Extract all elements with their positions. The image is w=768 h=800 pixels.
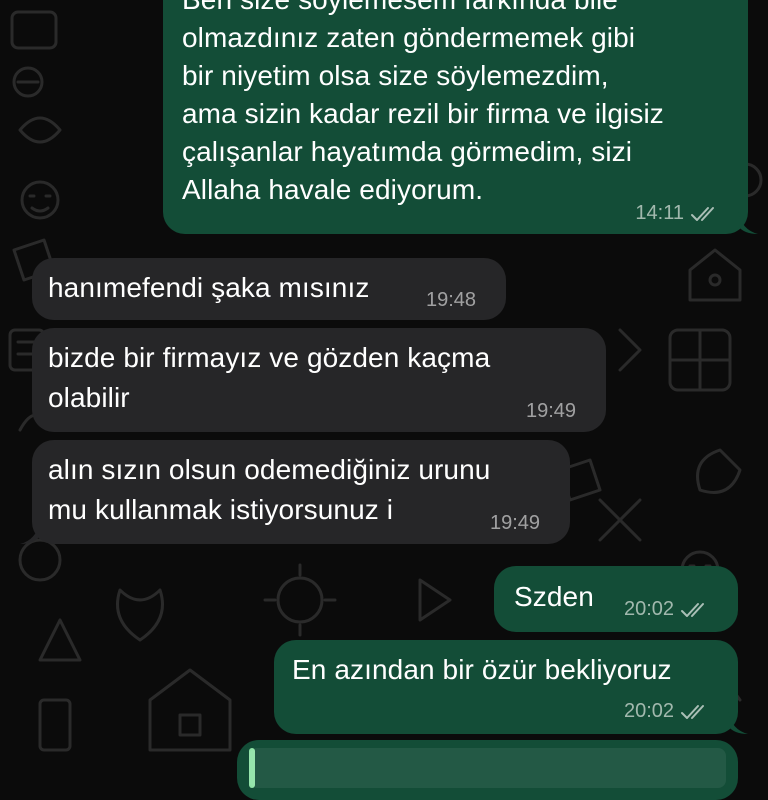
message-text-line: Szden [514, 581, 594, 612]
message-text-line: Ben size söylemesem farkında bile [182, 0, 618, 18]
double-check-icon [681, 704, 705, 719]
message-text-line: olabilir [48, 382, 130, 413]
message-time: 20:02 [624, 700, 675, 722]
message-meta: 14:11 [635, 202, 720, 225]
message-text-line: alın sızın olsun odemediğiniz urunu [48, 454, 491, 485]
message-text-line: bizde bir firmayız ve gözden kaçma [48, 342, 491, 373]
message-text-line: ama sizin kadar rezil bir firma ve ilgis… [182, 98, 664, 129]
message-text-line: Allaha havale ediyorum. [182, 174, 484, 205]
message-time: 20:02 [624, 598, 675, 620]
message-time: 19:49 [526, 400, 577, 422]
message-meta: 20:02 [624, 598, 710, 621]
message-bubble-outgoing[interactable]: Szden 20:02 [494, 566, 738, 632]
message-bubble-outgoing[interactable] [237, 740, 738, 800]
message-bubble-outgoing[interactable]: En azından bir özür bekliyoruz 20:02 [274, 640, 738, 734]
message-text-line: hanımefendi şaka mısınız [48, 272, 370, 303]
message-time: 19:49 [490, 512, 541, 534]
message-text-line: mu kullanmak istiyorsunuz i [48, 494, 394, 525]
bubble-tail [738, 212, 758, 234]
bubble-tail [20, 522, 40, 544]
message-bubble-incoming[interactable]: hanımefendi şaka mısınız 19:48 [32, 258, 506, 320]
message-text-line: En azından bir özür bekliyoruz [292, 654, 672, 685]
message-text-line: bir niyetim olsa size söylemezdim, [182, 60, 609, 91]
message-time: 14:11 [635, 202, 684, 224]
double-check-icon [681, 602, 705, 617]
double-check-icon [691, 206, 714, 221]
message-time: 19:48 [426, 289, 477, 311]
message-meta: 20:02 [624, 700, 710, 723]
reply-quote[interactable] [249, 748, 726, 788]
message-bubble-outgoing[interactable]: Ben size söylemesem farkında bile olmazd… [163, 0, 748, 234]
message-text-line: çalışanlar hayatımda görmedim, sizi [182, 136, 633, 167]
message-bubble-incoming[interactable]: alın sızın olsun odemediğiniz urunu mu k… [32, 440, 570, 544]
message-text-line: olmazdınız zaten göndermemek gibi [182, 22, 636, 53]
bubble-tail [728, 712, 748, 734]
message-bubble-incoming[interactable]: bizde bir firmayız ve gözden kaçma olabi… [32, 328, 606, 432]
